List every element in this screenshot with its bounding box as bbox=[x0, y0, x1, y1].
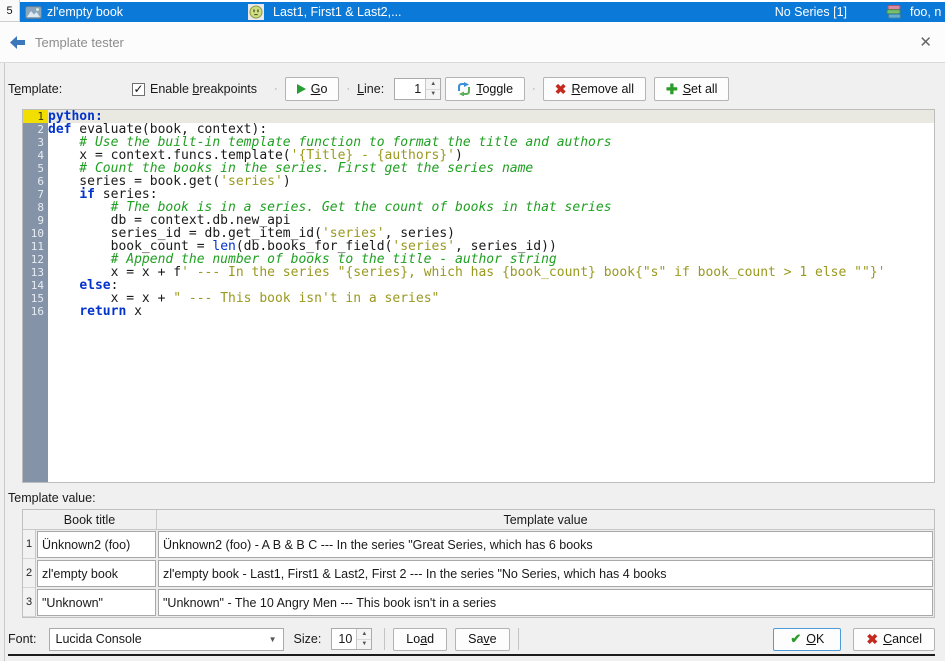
line-number[interactable]: 15 bbox=[23, 292, 48, 305]
book-tags-cell[interactable]: foo, n bbox=[907, 5, 945, 19]
code-text[interactable]: x = x + f' --- In the series "{series}, … bbox=[48, 266, 934, 279]
size-spinbox[interactable]: 10 ▲▼ bbox=[331, 628, 372, 650]
red-x-icon: ✖ bbox=[866, 631, 878, 648]
cover-image-icon bbox=[25, 6, 42, 19]
size-value[interactable]: 10 bbox=[332, 629, 356, 649]
enable-breakpoints-checkbox[interactable]: ✓ Enable breakpoints bbox=[132, 82, 257, 96]
booklist-selected-row[interactable]: 5 zl'empty book Last1, First1 & Last2,..… bbox=[0, 2, 945, 22]
line-number[interactable]: 2 bbox=[23, 123, 48, 136]
book-authors-cell[interactable]: Last1, First1 & Last2,... bbox=[269, 5, 775, 19]
close-icon[interactable]: ✕ bbox=[916, 33, 935, 51]
row-number: 1 bbox=[23, 530, 36, 559]
table-header: Book title Template value bbox=[23, 510, 934, 530]
dialog-title: Template tester bbox=[35, 35, 916, 50]
font-value: Lucida Console bbox=[56, 632, 269, 646]
line-number[interactable]: 6 bbox=[23, 175, 48, 188]
line-number[interactable]: 16 bbox=[23, 305, 48, 318]
code-text[interactable]: x = x + " --- This book isn't in a serie… bbox=[48, 292, 934, 305]
line-number[interactable]: 11 bbox=[23, 240, 48, 253]
dialog-header: Template tester ✕ bbox=[0, 22, 945, 63]
dialog-body: Template: ✓ Enable breakpoints · Go · Li… bbox=[0, 63, 945, 661]
template-toolbar: Template: ✓ Enable breakpoints · Go · Li… bbox=[8, 75, 935, 103]
play-icon bbox=[297, 84, 306, 94]
line-number[interactable]: 7 bbox=[23, 188, 48, 201]
line-label: Line: bbox=[357, 82, 384, 96]
book-title-cell[interactable]: zl'empty book bbox=[37, 560, 156, 587]
line-number[interactable]: 12 bbox=[23, 253, 48, 266]
template-label: Template: bbox=[8, 82, 126, 96]
separator bbox=[518, 628, 519, 650]
code-line[interactable]: 13 x = x + f' --- In the series "{series… bbox=[23, 266, 934, 279]
panel-left-border bbox=[4, 63, 5, 661]
template-value-label: Template value: bbox=[8, 491, 935, 505]
cancel-button[interactable]: ✖ Cancel bbox=[853, 628, 935, 651]
chevron-down-icon: ▼ bbox=[269, 635, 277, 644]
line-number[interactable]: 9 bbox=[23, 214, 48, 227]
font-label: Font: bbox=[8, 632, 37, 646]
line-number[interactable]: 14 bbox=[23, 279, 48, 292]
book-series-cell[interactable]: No Series [1] bbox=[775, 5, 847, 19]
row-number-cell: 5 bbox=[0, 0, 20, 22]
enable-breakpoints-label[interactable]: Enable breakpoints bbox=[150, 82, 257, 96]
load-button[interactable]: Load bbox=[393, 628, 447, 651]
bottom-divider bbox=[8, 654, 935, 656]
font-combobox[interactable]: Lucida Console ▼ bbox=[49, 628, 284, 651]
book-title-cell[interactable]: zl'empty book bbox=[47, 5, 243, 19]
table-row[interactable]: 1Ünknown2 (foo)Ünknown2 (foo) - A B & B … bbox=[23, 530, 934, 559]
smiley-icon bbox=[248, 4, 264, 20]
code-line[interactable]: 6 series = book.get('series') bbox=[23, 175, 934, 188]
ok-button[interactable]: ✔ OK bbox=[773, 628, 841, 651]
bottom-bar: Font: Lucida Console ▼ Size: 10 ▲▼ Load … bbox=[8, 627, 935, 651]
toolbar-separator: · bbox=[274, 83, 278, 95]
book-title-cell[interactable]: "Unknown" bbox=[37, 589, 156, 616]
column-header-book-title[interactable]: Book title bbox=[23, 510, 157, 529]
go-button[interactable]: Go bbox=[285, 77, 340, 101]
template-value-cell[interactable]: "Unknown" - The 10 Angry Men --- This bo… bbox=[158, 589, 933, 616]
code-text[interactable]: return x bbox=[48, 305, 934, 318]
toggle-button[interactable]: Toggle bbox=[445, 77, 525, 101]
template-value-table: Book title Template value 1Ünknown2 (foo… bbox=[22, 509, 935, 618]
spin-down-icon[interactable]: ▼ bbox=[426, 90, 440, 100]
code-text[interactable]: series = book.get('series') bbox=[48, 175, 934, 188]
books-stack-icon bbox=[886, 5, 902, 19]
spin-down-icon[interactable]: ▼ bbox=[357, 640, 371, 650]
line-number[interactable]: 1 bbox=[23, 110, 48, 123]
code-line[interactable]: 16 return x bbox=[23, 305, 934, 318]
line-number[interactable]: 13 bbox=[23, 266, 48, 279]
code-editor[interactable]: 1python:2def evaluate(book, context):3 #… bbox=[22, 109, 935, 483]
toggle-breakpoint-icon bbox=[457, 82, 471, 96]
line-number[interactable]: 4 bbox=[23, 149, 48, 162]
line-number[interactable]: 8 bbox=[23, 201, 48, 214]
template-value-cell[interactable]: Ünknown2 (foo) - A B & B C --- In the se… bbox=[158, 531, 933, 558]
back-arrow-icon[interactable] bbox=[10, 36, 25, 49]
line-value[interactable]: 1 bbox=[395, 79, 425, 99]
toolbar-separator: · bbox=[346, 83, 350, 95]
set-all-button[interactable]: ✚ Set all bbox=[654, 77, 729, 101]
separator bbox=[384, 628, 385, 650]
line-number[interactable]: 10 bbox=[23, 227, 48, 240]
line-number[interactable]: 5 bbox=[23, 162, 48, 175]
save-button[interactable]: Save bbox=[455, 628, 510, 651]
green-check-icon: ✔ bbox=[790, 631, 801, 647]
spin-buttons[interactable]: ▲▼ bbox=[356, 629, 371, 649]
size-label: Size: bbox=[294, 632, 322, 646]
line-spinbox[interactable]: 1 ▲▼ bbox=[394, 78, 441, 100]
green-plus-icon: ✚ bbox=[666, 81, 678, 98]
row-number: 2 bbox=[23, 559, 36, 588]
spin-up-icon[interactable]: ▲ bbox=[426, 79, 440, 90]
spin-up-icon[interactable]: ▲ bbox=[357, 629, 371, 640]
table-row[interactable]: 2zl'empty bookzl'empty book - Last1, Fir… bbox=[23, 559, 934, 588]
line-number[interactable]: 3 bbox=[23, 136, 48, 149]
red-x-icon: ✖ bbox=[555, 81, 567, 98]
toolbar-separator: · bbox=[532, 83, 536, 95]
table-row[interactable]: 3"Unknown""Unknown" - The 10 Angry Men -… bbox=[23, 588, 934, 617]
row-number: 3 bbox=[23, 588, 36, 617]
remove-all-button[interactable]: ✖ Remove all bbox=[543, 77, 646, 101]
checkbox-box[interactable]: ✓ bbox=[132, 83, 145, 96]
code-line[interactable]: 15 x = x + " --- This book isn't in a se… bbox=[23, 292, 934, 305]
book-title-cell[interactable]: Ünknown2 (foo) bbox=[37, 531, 156, 558]
column-header-template-value[interactable]: Template value bbox=[157, 510, 934, 529]
spin-buttons[interactable]: ▲▼ bbox=[425, 79, 440, 99]
template-value-cell[interactable]: zl'empty book - Last1, First1 & Last2, F… bbox=[158, 560, 933, 587]
